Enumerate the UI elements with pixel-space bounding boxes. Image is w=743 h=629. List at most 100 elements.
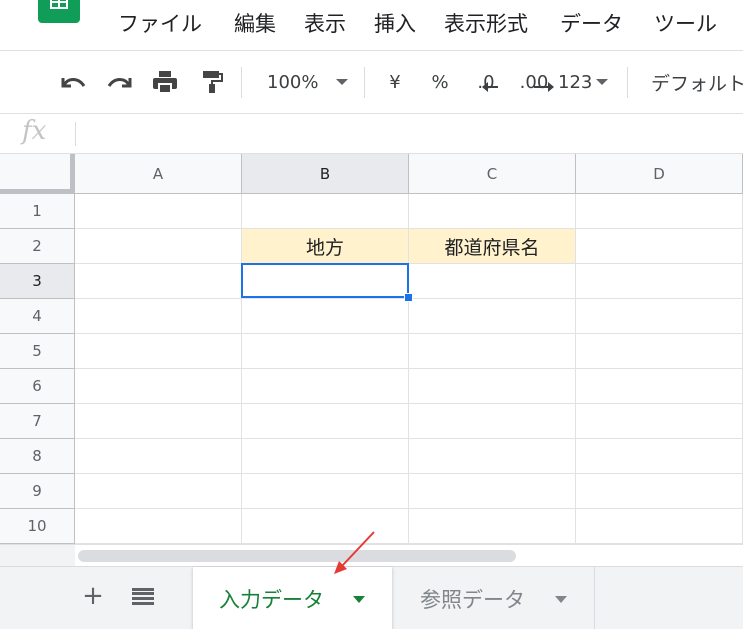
cell-d6[interactable] [576, 369, 743, 404]
menu-edit[interactable]: 編集 [234, 9, 276, 39]
row-header-9[interactable]: 9 [0, 474, 75, 509]
cell-a3[interactable] [75, 264, 242, 299]
cell-c6[interactable] [409, 369, 576, 404]
chevron-down-icon[interactable] [555, 596, 567, 603]
row-header-1[interactable]: 1 [0, 194, 75, 229]
cell-b10[interactable] [242, 509, 409, 544]
row-header-10[interactable]: 10 [0, 509, 75, 544]
arrow-left-icon [482, 81, 499, 92]
toolbar: 100% ¥ % .0 .00 123 デフォルト [0, 50, 743, 113]
cell-d8[interactable] [576, 439, 743, 474]
cell-a9[interactable] [75, 474, 242, 509]
sheet-tab-bar: + 入力データ 参照データ [0, 566, 743, 629]
menu-view[interactable]: 表示 [304, 9, 346, 39]
cell-a1[interactable] [75, 194, 242, 229]
cell-d5[interactable] [576, 334, 743, 369]
column-header-b[interactable]: B [242, 154, 409, 194]
paint-format-button[interactable] [195, 65, 229, 99]
sheets-logo-icon[interactable] [38, 0, 80, 23]
row-header-7[interactable]: 7 [0, 404, 75, 439]
menu-insert[interactable]: 挿入 [374, 9, 416, 39]
print-icon [153, 71, 177, 94]
sheet-tab-input-data[interactable]: 入力データ [193, 567, 392, 629]
row-header-8[interactable]: 8 [0, 439, 75, 474]
column-header-a[interactable]: A [75, 154, 242, 194]
cell-d9[interactable] [576, 474, 743, 509]
percent-format-button[interactable]: % [423, 65, 457, 99]
fill-handle[interactable] [404, 293, 413, 302]
all-sheets-button[interactable] [128, 581, 158, 611]
chevron-down-icon [336, 79, 348, 85]
toolbar-separator [627, 67, 628, 98]
fx-icon: fx [22, 116, 47, 146]
cell-c9[interactable] [409, 474, 576, 509]
arrow-right-icon [533, 81, 554, 92]
scrollbar-track [0, 545, 75, 567]
redo-button[interactable] [103, 65, 137, 99]
scrollbar-thumb[interactable] [78, 550, 516, 562]
cell-c5[interactable] [409, 334, 576, 369]
horizontal-scrollbar [0, 544, 743, 567]
cell-c3[interactable] [409, 264, 576, 299]
cell-c10[interactable] [409, 509, 576, 544]
number-format-select[interactable]: 123 [558, 65, 618, 99]
row-header-3[interactable]: 3 [0, 264, 75, 299]
cell-d3[interactable] [576, 264, 743, 299]
cell-b4[interactable] [242, 299, 409, 334]
row-header-2[interactable]: 2 [0, 229, 75, 264]
cell-a7[interactable] [75, 404, 242, 439]
menu-tools[interactable]: ツール [654, 9, 717, 39]
print-button[interactable] [148, 65, 182, 99]
cell-d2[interactable] [576, 229, 743, 264]
cell-d10[interactable] [576, 509, 743, 544]
font-select[interactable]: デフォルト [651, 65, 743, 99]
row-header-5[interactable]: 5 [0, 334, 75, 369]
formula-separator [75, 122, 76, 146]
chevron-down-icon[interactable] [353, 596, 365, 603]
cell-a2[interactable] [75, 229, 242, 264]
column-header-c[interactable]: C [409, 154, 576, 194]
cell-a8[interactable] [75, 439, 242, 474]
sheet-tab-reference-data[interactable]: 参照データ [395, 567, 595, 629]
increase-decimal-label: .00 [519, 71, 549, 93]
cell-a6[interactable] [75, 369, 242, 404]
zoom-select[interactable]: 100% [258, 65, 358, 99]
menu-file[interactable]: ファイル [118, 9, 202, 39]
cell-b8[interactable] [242, 439, 409, 474]
cell-c8[interactable] [409, 439, 576, 474]
row-header-4[interactable]: 4 [0, 299, 75, 334]
cell-b3[interactable] [242, 264, 409, 299]
cell-d4[interactable] [576, 299, 743, 334]
decrease-decimal-button[interactable]: .0 [466, 65, 506, 99]
cell-b2[interactable]: 地方 [242, 229, 409, 264]
column-header-d[interactable]: D [576, 154, 743, 194]
formula-input[interactable] [82, 120, 722, 148]
cell-d7[interactable] [576, 404, 743, 439]
menu-bar: ファイル 編集 表示 挿入 表示形式 データ ツール [0, 0, 743, 50]
toolbar-separator [241, 67, 242, 98]
cell-b6[interactable] [242, 369, 409, 404]
cell-a10[interactable] [75, 509, 242, 544]
toolbar-separator [364, 67, 365, 98]
cell-c2[interactable]: 都道府県名 [409, 229, 576, 264]
cell-d1[interactable] [576, 194, 743, 229]
cell-b5[interactable] [242, 334, 409, 369]
chevron-down-icon [596, 79, 609, 85]
row-header-6[interactable]: 6 [0, 369, 75, 404]
add-sheet-button[interactable]: + [78, 581, 108, 611]
cell-b9[interactable] [242, 474, 409, 509]
cell-b7[interactable] [242, 404, 409, 439]
select-all-corner[interactable] [0, 154, 75, 194]
cell-a5[interactable] [75, 334, 242, 369]
menu-data[interactable]: データ [560, 9, 623, 39]
increase-decimal-button[interactable]: .00 [512, 65, 556, 99]
undo-button[interactable] [56, 65, 90, 99]
cell-a4[interactable] [75, 299, 242, 334]
number-format-label: 123 [558, 71, 593, 93]
cell-c4[interactable] [409, 299, 576, 334]
menu-format[interactable]: 表示形式 [444, 9, 528, 39]
cell-b1[interactable] [242, 194, 409, 229]
cell-c1[interactable] [409, 194, 576, 229]
currency-format-button[interactable]: ¥ [378, 65, 412, 99]
cell-c7[interactable] [409, 404, 576, 439]
